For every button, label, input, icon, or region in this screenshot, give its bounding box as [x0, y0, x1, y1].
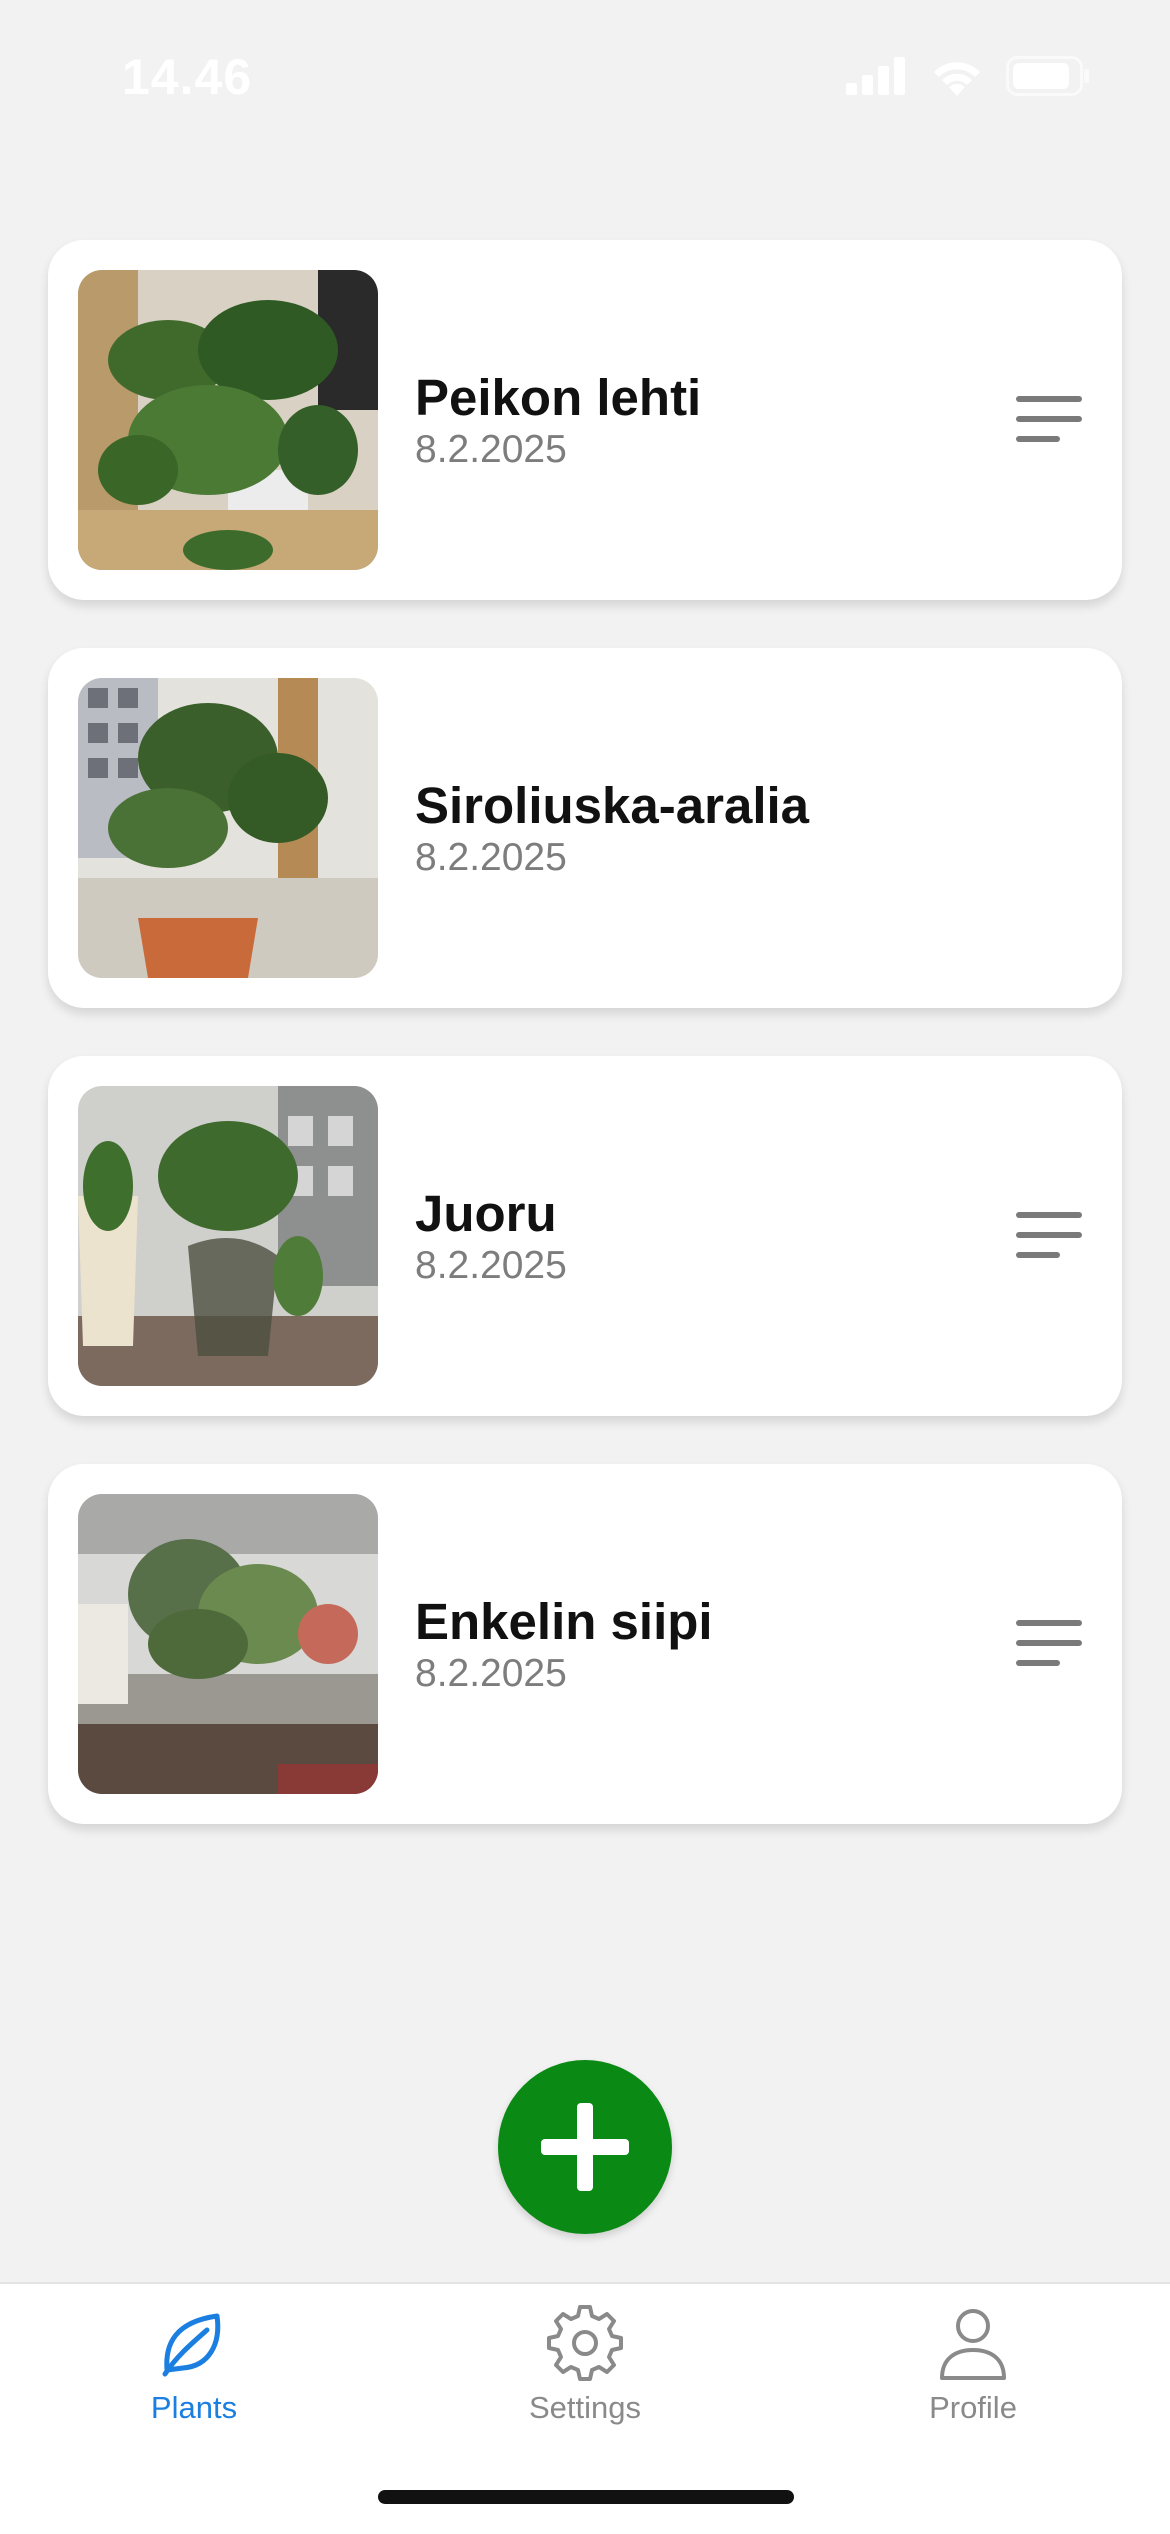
plant-date: 8.2.2025	[415, 1244, 567, 1287]
plant-photo	[78, 1494, 378, 1794]
tab-plants[interactable]: Plants	[44, 2304, 344, 2426]
home-indicator[interactable]	[378, 2490, 794, 2504]
plant-date: 8.2.2025	[415, 836, 567, 879]
plant-name: Peikon lehti	[415, 369, 702, 426]
status-bar: 14.46	[0, 0, 1170, 150]
gear-icon	[547, 2305, 623, 2381]
tab-settings[interactable]: Settings	[435, 2304, 735, 2426]
plant-card[interactable]: Juoru 8.2.2025	[48, 1056, 1122, 1416]
menu-icon[interactable]	[1016, 396, 1082, 444]
wifi-icon	[934, 62, 980, 96]
leaf-icon	[162, 2313, 221, 2377]
battery-icon	[1006, 56, 1089, 96]
plant-name: Juoru	[415, 1185, 557, 1242]
plant-photo	[78, 270, 378, 570]
add-plant-button[interactable]	[498, 2060, 672, 2234]
menu-icon[interactable]	[1016, 1620, 1082, 1668]
plant-photo	[78, 1086, 378, 1386]
signal-icon	[846, 57, 905, 95]
plant-photo	[78, 678, 378, 978]
tab-label: Settings	[528, 2390, 641, 2425]
status-icons	[846, 56, 1090, 96]
tab-profile[interactable]: Profile	[823, 2304, 1123, 2426]
plant-name: Enkelin siipi	[415, 1593, 713, 1650]
plant-name: Siroliuska-aralia	[415, 777, 810, 834]
status-time: 14.46	[122, 49, 253, 105]
person-icon	[940, 2309, 1006, 2380]
plant-card[interactable]: Peikon lehti 8.2.2025	[48, 240, 1122, 600]
tab-label: Plants	[150, 2390, 238, 2425]
tab-label: Profile	[929, 2390, 1017, 2425]
menu-icon[interactable]	[1016, 1212, 1082, 1260]
plant-card[interactable]: Siroliuska-aralia 8.2.2025	[48, 648, 1122, 1008]
plant-date: 8.2.2025	[415, 1652, 567, 1695]
plant-date: 8.2.2025	[415, 428, 567, 471]
plant-list: Peikon lehti 8.2.2025 Siroliuska-aralia …	[48, 240, 1122, 1872]
plant-card[interactable]: Enkelin siipi 8.2.2025	[48, 1464, 1122, 1824]
